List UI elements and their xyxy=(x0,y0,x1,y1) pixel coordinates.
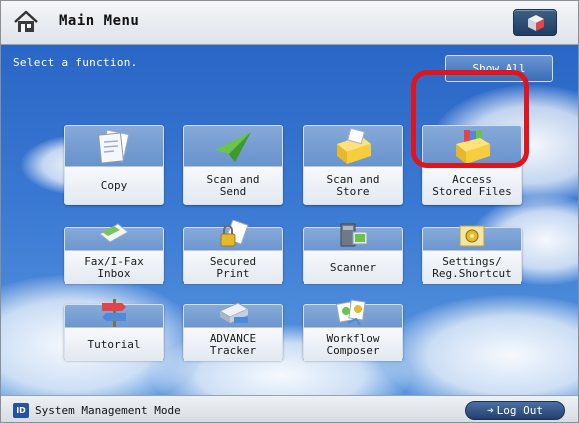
page-title: Main Menu xyxy=(59,13,140,29)
tile-label: Scan and Store xyxy=(304,166,402,204)
footer-bar: ID System Management Mode ➜ Log Out xyxy=(1,395,578,422)
tile-label: Settings/ Reg.Shortcut xyxy=(423,250,521,284)
home-icon[interactable] xyxy=(13,10,39,34)
settings-reg-shortcut-tile[interactable]: Settings/ Reg.Shortcut xyxy=(422,225,522,284)
fax-inbox-icon xyxy=(99,223,129,243)
header-bar: Main Menu xyxy=(1,1,578,45)
scanner-tile[interactable]: Scanner xyxy=(303,223,403,284)
tile-label: Secured Print xyxy=(184,250,282,284)
scanner-icon xyxy=(340,223,368,247)
tile-label: Scan and Send xyxy=(184,166,282,204)
signpost-icon xyxy=(102,299,126,329)
copy-icon xyxy=(98,129,130,164)
tile-label: Workflow Composer xyxy=(304,327,402,361)
status-monitor-button[interactable] xyxy=(513,9,557,36)
tile-label: ADVANCE Tracker xyxy=(184,327,282,361)
tracker-icon xyxy=(218,302,250,323)
log-out-button[interactable]: ➜ Log Out xyxy=(465,401,565,420)
tile-label: Fax/I-Fax Inbox xyxy=(65,250,163,284)
log-out-label: Log Out xyxy=(496,404,543,417)
fax-inbox-tile[interactable]: Fax/I-Fax Inbox xyxy=(64,223,164,284)
scan-and-send-tile[interactable]: Scan and Send xyxy=(183,125,283,205)
advance-tracker-tile[interactable]: ADVANCE Tracker xyxy=(183,302,283,361)
cloud-decoration xyxy=(381,295,578,395)
store-box-icon xyxy=(337,128,371,164)
tile-label: Tutorial xyxy=(65,327,163,361)
workflow-icon xyxy=(335,299,366,326)
main-menu-screen: Main Menu Select a function. Show All Co… xyxy=(0,0,579,423)
cube-icon xyxy=(528,15,544,31)
settings-icon xyxy=(459,225,485,247)
log-out-icon: ➜ xyxy=(487,404,494,417)
copy-tile[interactable]: Copy xyxy=(64,125,164,205)
secured-print-icon xyxy=(220,220,249,247)
secured-print-tile[interactable]: Secured Print xyxy=(183,220,283,284)
workflow-composer-tile[interactable]: Workflow Composer xyxy=(303,299,403,361)
tile-label: Scanner xyxy=(304,250,402,284)
instruction-text: Select a function. xyxy=(13,56,138,69)
tutorial-tile[interactable]: Tutorial xyxy=(64,299,164,361)
highlight-marker xyxy=(411,70,529,168)
tile-label: Copy xyxy=(65,166,163,204)
system-management-mode-label: System Management Mode xyxy=(35,404,181,417)
id-icon: ID xyxy=(13,403,29,418)
paper-plane-icon xyxy=(215,132,251,162)
scan-and-store-tile[interactable]: Scan and Store xyxy=(303,125,403,205)
tile-label: Access Stored Files xyxy=(423,166,521,204)
